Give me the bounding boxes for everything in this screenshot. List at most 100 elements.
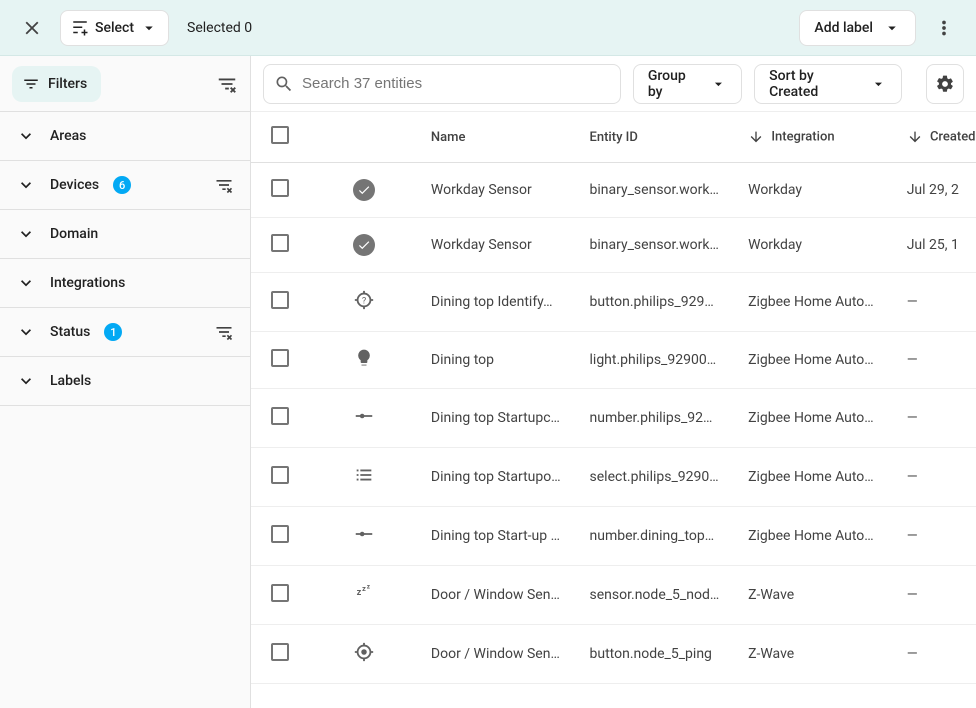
close-icon bbox=[21, 17, 43, 39]
row-checkbox[interactable] bbox=[271, 349, 289, 367]
group-by-label: Group by bbox=[648, 68, 700, 100]
caret-down-icon bbox=[883, 19, 901, 37]
cell-created: — bbox=[897, 273, 976, 332]
chevron-down-icon bbox=[16, 175, 36, 195]
column-header-name[interactable]: Name bbox=[421, 112, 580, 163]
row-checkbox[interactable] bbox=[271, 291, 289, 309]
filter-group-label: Labels bbox=[50, 373, 91, 389]
table-settings-button[interactable] bbox=[926, 64, 964, 104]
more-actions-button[interactable] bbox=[924, 8, 964, 48]
crosshairs-gps-icon bbox=[353, 641, 375, 663]
row-checkbox[interactable] bbox=[271, 584, 289, 602]
chevron-down-icon bbox=[16, 371, 36, 391]
sort-arrow-icon bbox=[907, 129, 923, 145]
cell-created: Jul 25, 1 bbox=[897, 218, 976, 273]
search-icon bbox=[274, 74, 294, 94]
filter-group-label: Integrations bbox=[50, 275, 125, 291]
sleep-icon bbox=[353, 582, 375, 604]
select-all-checkbox[interactable] bbox=[271, 126, 289, 144]
sort-arrow-icon bbox=[748, 129, 764, 145]
filters-sidebar: Filters Areas Devices 6 Domain I bbox=[0, 56, 251, 708]
sort-by-button[interactable]: Sort by Created bbox=[754, 64, 902, 104]
select-label: Select bbox=[95, 20, 134, 36]
row-checkbox[interactable] bbox=[271, 407, 289, 425]
cell-created: — bbox=[897, 389, 976, 448]
filter-group-label: Areas bbox=[50, 128, 86, 144]
filter-off-icon bbox=[214, 175, 234, 195]
row-checkbox[interactable] bbox=[271, 643, 289, 661]
slider-icon bbox=[353, 523, 375, 545]
search-box[interactable] bbox=[263, 64, 621, 104]
entities-table: Name Entity ID Integration Created bbox=[251, 112, 976, 684]
cell-integration: Zigbee Home Auto… bbox=[738, 332, 897, 389]
row-checkbox[interactable] bbox=[271, 234, 289, 252]
column-header-created[interactable]: Created bbox=[930, 129, 976, 144]
row-checkbox[interactable] bbox=[271, 179, 289, 197]
caret-down-icon bbox=[870, 75, 887, 93]
filter-icon bbox=[22, 75, 40, 93]
filter-group-label: Devices bbox=[50, 177, 99, 193]
clear-all-filters-button[interactable] bbox=[216, 73, 238, 95]
filters-toggle[interactable]: Filters bbox=[12, 66, 101, 102]
cell-created: — bbox=[897, 507, 976, 566]
more-vert-icon bbox=[933, 17, 955, 39]
cell-entity-id: light.philips_92900… bbox=[580, 332, 739, 389]
cell-created: — bbox=[897, 566, 976, 625]
row-checkbox[interactable] bbox=[271, 525, 289, 543]
chevron-down-icon bbox=[16, 126, 36, 146]
filter-group-integrations[interactable]: Integrations bbox=[0, 259, 250, 307]
tune-icon bbox=[71, 19, 89, 37]
crosshairs-question-icon bbox=[353, 289, 375, 311]
filter-group-status[interactable]: Status 1 bbox=[0, 308, 250, 356]
table-row[interactable]: Door / Window Sen… sensor.node_5_nod… Z-… bbox=[251, 566, 976, 625]
cell-integration: Workday bbox=[738, 163, 897, 218]
caret-down-icon bbox=[710, 75, 727, 93]
selected-count: Selected 0 bbox=[187, 20, 252, 36]
search-input[interactable] bbox=[302, 75, 610, 92]
cell-created: — bbox=[897, 332, 976, 389]
chevron-down-icon bbox=[16, 273, 36, 293]
clear-filter-button[interactable] bbox=[214, 175, 234, 195]
chevron-down-icon bbox=[16, 224, 36, 244]
select-mode-dropdown[interactable]: Select bbox=[60, 10, 169, 46]
check-circle-icon bbox=[353, 234, 375, 256]
table-row[interactable]: Door / Window Sen… button.node_5_ping Z-… bbox=[251, 625, 976, 684]
cell-name: Dining top bbox=[421, 332, 580, 389]
filter-count-badge: 6 bbox=[113, 176, 131, 194]
table-row[interactable]: Dining top Startupc… number.philips_92… … bbox=[251, 389, 976, 448]
cell-name: Dining top Startupc… bbox=[421, 389, 580, 448]
cell-name: Dining top Identify… bbox=[421, 273, 580, 332]
table-row[interactable]: Dining top Startupo… select.philips_9290… bbox=[251, 448, 976, 507]
cell-integration: Z-Wave bbox=[738, 625, 897, 684]
group-by-button[interactable]: Group by bbox=[633, 64, 742, 104]
table-row[interactable]: Workday Sensor binary_sensor.work… Workd… bbox=[251, 163, 976, 218]
filter-group-domain[interactable]: Domain bbox=[0, 210, 250, 258]
row-checkbox[interactable] bbox=[271, 466, 289, 484]
close-selection-button[interactable] bbox=[12, 8, 52, 48]
caret-down-icon bbox=[140, 19, 158, 37]
column-header-entity-id[interactable]: Entity ID bbox=[580, 112, 739, 163]
add-label-button[interactable]: Add label bbox=[799, 10, 916, 46]
cell-integration: Zigbee Home Auto… bbox=[738, 448, 897, 507]
filters-label: Filters bbox=[48, 76, 87, 92]
table-row[interactable]: Dining top Start-up … number.dining_top…… bbox=[251, 507, 976, 566]
filter-group-devices[interactable]: Devices 6 bbox=[0, 161, 250, 209]
cell-integration: Zigbee Home Auto… bbox=[738, 507, 897, 566]
column-header-integration[interactable]: Integration bbox=[771, 129, 834, 144]
cell-entity-id: binary_sensor.work… bbox=[580, 163, 739, 218]
filter-group-label: Domain bbox=[50, 226, 98, 242]
cell-entity-id: number.philips_92… bbox=[580, 389, 739, 448]
filter-group-labels[interactable]: Labels bbox=[0, 357, 250, 405]
cell-entity-id: binary_sensor.work… bbox=[580, 218, 739, 273]
table-toolbar: Group by Sort by Created bbox=[251, 56, 976, 112]
cell-name: Dining top Startupo… bbox=[421, 448, 580, 507]
cell-name: Door / Window Sen… bbox=[421, 625, 580, 684]
cell-entity-id: button.node_5_ping bbox=[580, 625, 739, 684]
filter-group-label: Status bbox=[50, 324, 90, 340]
table-row[interactable]: Dining top light.philips_92900… Zigbee H… bbox=[251, 332, 976, 389]
clear-filter-button[interactable] bbox=[214, 322, 234, 342]
table-row[interactable]: Workday Sensor binary_sensor.work… Workd… bbox=[251, 218, 976, 273]
filter-group-areas[interactable]: Areas bbox=[0, 112, 250, 160]
table-row[interactable]: Dining top Identify… button.philips_929…… bbox=[251, 273, 976, 332]
cell-name: Workday Sensor bbox=[421, 163, 580, 218]
